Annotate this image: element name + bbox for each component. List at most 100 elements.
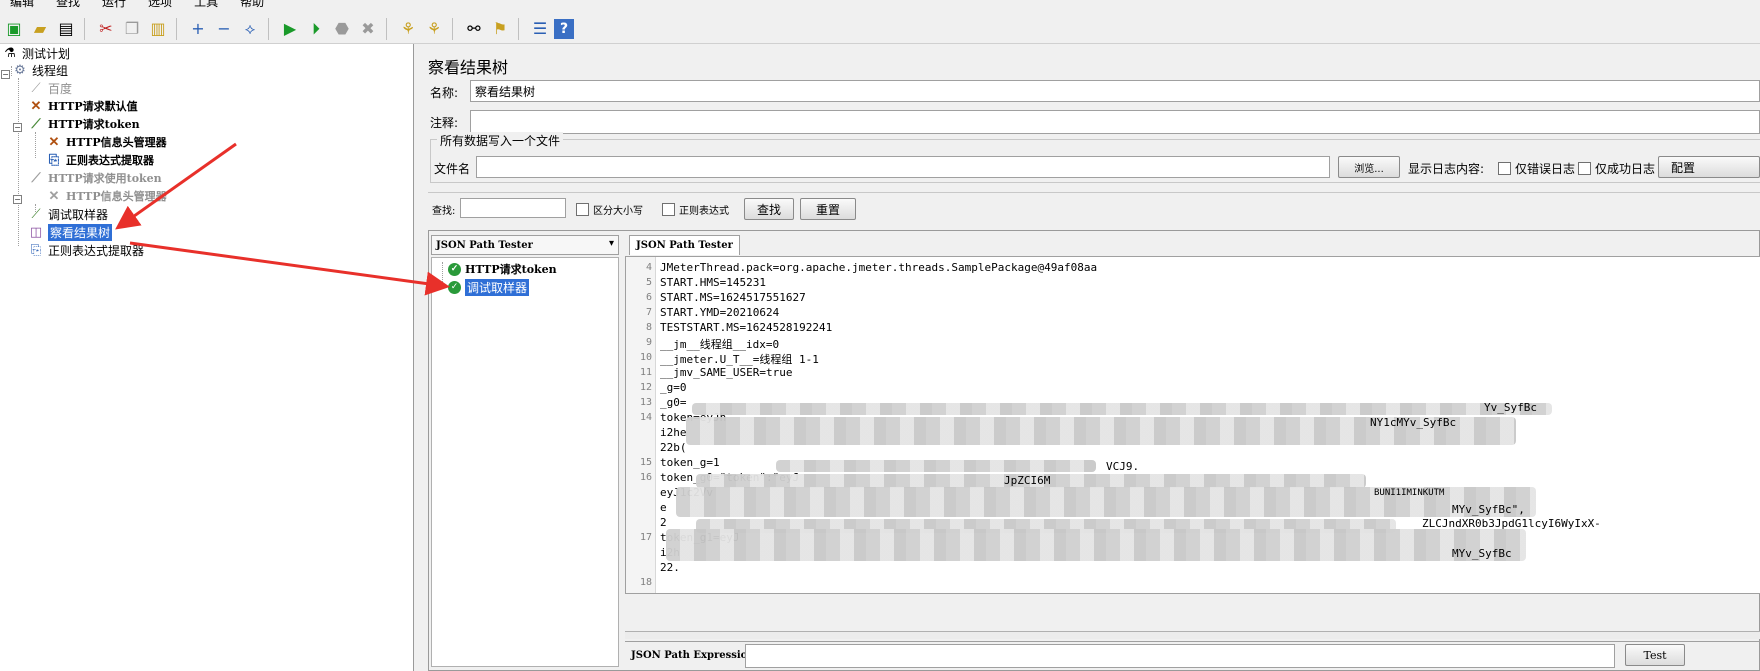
open-icon[interactable]: ▰ — [28, 17, 52, 41]
regex-checkbox[interactable]: 正则表达式 — [662, 202, 729, 217]
test-button[interactable]: Test — [1625, 644, 1685, 666]
tree-node-header-manager-disabled[interactable]: ✕ HTTP信息头管理器 — [46, 187, 167, 205]
line-number: 13 — [639, 397, 652, 408]
tree-line — [18, 78, 19, 246]
clear-all-icon[interactable]: ⚘ — [422, 17, 446, 41]
tree-node-baidu[interactable]: ⟋ 百度 — [28, 79, 72, 97]
menu-options[interactable]: 选项 — [148, 0, 172, 9]
tree-label: 百度 — [48, 81, 73, 96]
code-line: JMeterThread.pack=org.apache.jmeter.thre… — [660, 261, 1098, 274]
line-number: 18 — [639, 577, 652, 588]
line-number: 14 — [639, 412, 652, 423]
sample-http-token[interactable]: ✓ HTTP请求token — [448, 260, 557, 278]
checkbox-box — [1578, 162, 1591, 175]
tree-node-thread-group[interactable]: ⚙ 线程组 — [12, 61, 68, 79]
code-line: __jm__线程组__idx=0 — [660, 338, 780, 351]
expression-bar: JSON Path Expression Test — [625, 641, 1760, 669]
toolbar-separator — [386, 17, 392, 40]
comment-label: 注释: — [430, 116, 459, 130]
menu-run[interactable]: 运行 — [102, 0, 126, 9]
new-icon[interactable]: ▣ — [2, 17, 26, 41]
expression-input[interactable] — [745, 644, 1615, 668]
tree-toggle[interactable]: − — [13, 195, 22, 204]
case-sensitive-checkbox[interactable]: 区分大小写 — [576, 202, 643, 217]
function-helper-icon[interactable]: ☰ — [528, 17, 552, 41]
tree-node-regex-extractor-2[interactable]: ⎘ 正则表达式提取器 — [28, 241, 144, 259]
clear-icon[interactable]: ⚘ — [396, 17, 420, 41]
config-tools-icon: ✕ — [48, 134, 60, 150]
start-no-pause-icon[interactable]: ⏵ — [304, 17, 328, 41]
tree-node-http-token[interactable]: ⟋ HTTP请求token — [28, 115, 140, 133]
reset-button[interactable]: 重置 — [800, 198, 856, 220]
search-icon[interactable]: ⚯ — [462, 17, 486, 41]
tree-node-regex-extractor[interactable]: ⎘ 正则表达式提取器 — [46, 151, 154, 169]
menu-search[interactable]: 查找 — [56, 0, 80, 9]
code-line: _g=0 — [660, 381, 687, 394]
code-fragment: MYv_SyfBc — [1452, 547, 1512, 560]
tree-label: HTTP请求使用token — [48, 172, 162, 185]
start-icon[interactable]: ▶ — [278, 17, 302, 41]
code-line: 22. — [660, 561, 680, 574]
checkbox-label: 仅成功日志 — [1595, 162, 1656, 176]
expression-label: JSON Path Expression — [631, 650, 755, 661]
tree-node-view-results-tree[interactable]: ◫ 察看结果树 — [28, 223, 113, 241]
tree-node-debug-sampler[interactable]: ⟋ 调试取样器 — [28, 205, 108, 223]
code-fragment: VCJ9. — [1106, 460, 1140, 473]
tree-toggle[interactable]: − — [1, 70, 10, 79]
tree-toggle[interactable]: − — [13, 123, 22, 132]
expand-icon[interactable]: + — [186, 17, 210, 41]
tree-label: HTTP请求token — [48, 118, 140, 131]
tree-node-http-use-token[interactable]: ⟋ HTTP请求使用token — [28, 169, 162, 187]
extractor-icon: ⎘ — [30, 242, 42, 258]
line-number: 9 — [645, 337, 652, 348]
search-input[interactable] — [460, 198, 566, 218]
line-number: 16 — [639, 472, 652, 483]
tree-node-header-manager[interactable]: ✕ HTTP信息头管理器 — [46, 133, 167, 151]
paste-icon[interactable]: ▥ — [146, 17, 170, 41]
find-button[interactable]: 查找 — [744, 198, 794, 220]
browse-button[interactable]: 浏览... — [1338, 156, 1400, 178]
sample-result-tree[interactable]: ✓ HTTP请求token ✓ 调试取样器 — [431, 257, 619, 667]
tree-node-http-defaults[interactable]: ✕ HTTP请求默认值 — [28, 97, 138, 115]
shutdown-icon[interactable]: ✖ — [356, 17, 380, 41]
success-only-checkbox[interactable]: 仅成功日志 — [1578, 160, 1655, 177]
horizontal-scrollbar[interactable] — [625, 631, 1760, 639]
name-field[interactable]: 察看结果树 — [470, 80, 1760, 102]
tab-json-path-tester[interactable]: JSON Path Tester — [629, 235, 740, 255]
line-number: 6 — [645, 292, 652, 303]
code-fragment: NY1cMYv_SyfBc — [1370, 416, 1457, 429]
checkbox-box — [576, 203, 589, 216]
toolbar-separator — [176, 17, 182, 40]
redacted-area — [692, 403, 1552, 415]
comment-field[interactable] — [470, 110, 1760, 134]
save-icon[interactable]: ▤ — [54, 17, 78, 41]
renderer-select[interactable]: JSON Path Tester ▾ — [431, 235, 619, 255]
reset-search-icon[interactable]: ⚑ — [488, 17, 512, 41]
sample-label: 调试取样器 — [465, 278, 530, 296]
errors-only-checkbox[interactable]: 仅错误日志 — [1498, 160, 1575, 177]
collapse-icon[interactable]: − — [212, 17, 236, 41]
search-label: 查找: — [432, 206, 456, 217]
sample-debug-sampler[interactable]: ✓ 调试取样器 — [448, 278, 530, 296]
help-icon[interactable]: ? — [554, 18, 574, 39]
test-plan-tree[interactable]: − − − ⚗ 测试计划 ⚙ 线程组 ⟋ 百度 ✕ HTTP请求默认值 ⟋ HT… — [0, 44, 414, 671]
toggle-icon[interactable]: ⟡ — [238, 17, 262, 41]
menubar: 编辑 查找 运行 选项 工具 帮助 — [0, 0, 265, 9]
sampler-icon: ⟋ — [31, 80, 41, 96]
tree-label: HTTP请求默认值 — [48, 100, 138, 113]
sampler-icon: ⟋ — [31, 206, 41, 222]
code-line: __jmeter.U_T__=线程组 1-1 — [660, 353, 819, 366]
response-editor[interactable]: 4 JMeterThread.pack=org.apache.jmeter.thr… — [625, 256, 1760, 594]
menu-edit[interactable]: 编辑 — [10, 0, 34, 9]
toolbar: ▣ ▰ ▤ ✂ ❐ ▥ + − ⟡ ▶ ⏵ ⬣ ✖ ⚘ ⚘ ⚯ ⚑ ☰ ? — [0, 14, 1760, 44]
log-content-label: 显示日志内容: — [1408, 162, 1485, 176]
copy-icon[interactable]: ❐ — [120, 17, 144, 41]
stop-icon[interactable]: ⬣ — [330, 17, 354, 41]
config-tools-icon: ✕ — [30, 98, 42, 114]
cut-icon[interactable]: ✂ — [94, 17, 118, 41]
configure-button[interactable]: 配置 — [1658, 156, 1760, 178]
filename-input[interactable] — [476, 156, 1330, 178]
menu-tools[interactable]: 工具 — [194, 0, 218, 9]
menu-help[interactable]: 帮助 — [240, 0, 264, 9]
tree-node-test-plan[interactable]: ⚗ 测试计划 — [2, 44, 70, 62]
